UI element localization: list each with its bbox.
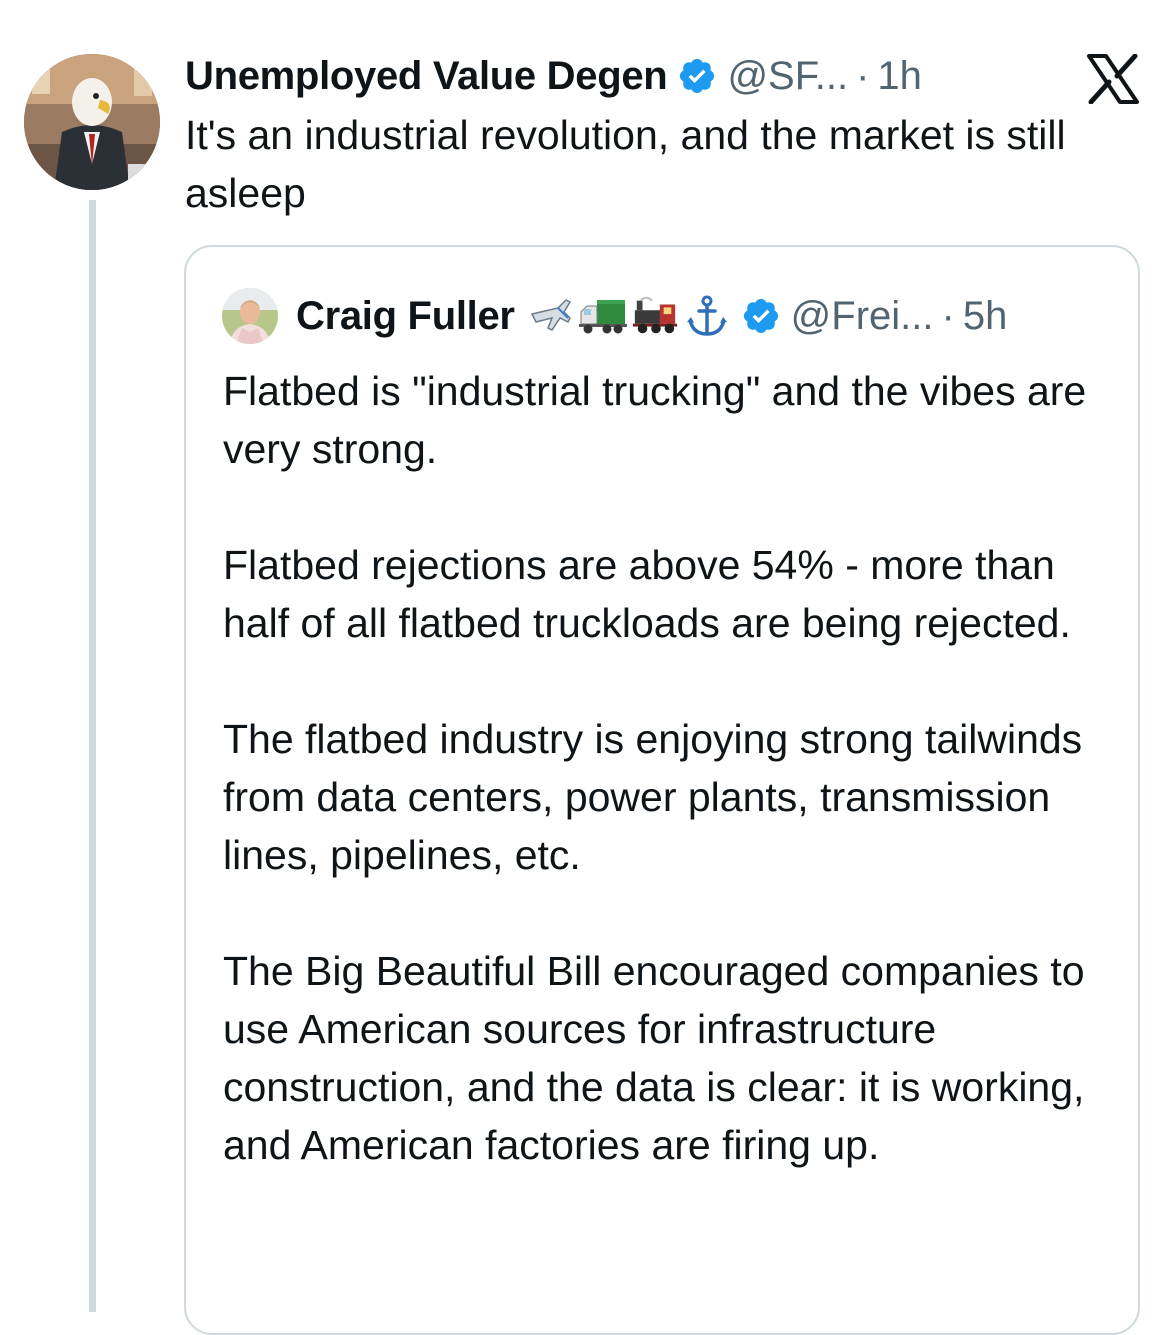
person-avatar-icon — [222, 288, 278, 344]
name-emoji-strip — [527, 294, 731, 338]
author-avatar[interactable] — [24, 54, 160, 190]
author-handle[interactable]: @SF... — [727, 54, 848, 99]
x-logo-icon — [1086, 53, 1140, 105]
separator-dot: · — [856, 53, 870, 98]
tweet-time[interactable]: 1h — [877, 54, 922, 99]
eagle-in-suit-avatar-icon — [24, 54, 160, 190]
locomotive-icon — [631, 294, 679, 338]
quoted-tweet-header: Craig Fuller @Frei... · 5h — [222, 288, 1007, 344]
truck-icon — [578, 294, 627, 338]
quoted-paragraph: The flatbed industry is enjoying strong … — [223, 716, 1083, 878]
verified-badge-icon — [677, 56, 717, 96]
quoted-author-display-name[interactable]: Craig Fuller — [296, 294, 515, 339]
quoted-verified-badge-icon — [741, 296, 781, 336]
quoted-author-avatar[interactable] — [222, 288, 278, 344]
tweet-text: It's an industrial revolution, and the m… — [185, 112, 1066, 216]
anchor-icon — [683, 294, 731, 338]
airplane-icon — [527, 294, 575, 338]
quoted-paragraph: The Big Beautiful Bill encouraged compan… — [223, 948, 1085, 1168]
quoted-paragraph: Flatbed rejections are above 54% - more … — [223, 542, 1071, 646]
quoted-tweet-text: Flatbed is "industrial trucking" and the… — [223, 362, 1123, 1232]
thread-connector-line — [89, 200, 96, 1312]
quoted-tweet-time[interactable]: 5h — [963, 294, 1008, 339]
tweet-header: Unemployed Value Degen @SF... · 1h — [185, 48, 922, 104]
author-display-name[interactable]: Unemployed Value Degen — [185, 54, 668, 99]
quoted-separator-dot: · — [941, 293, 955, 338]
quoted-paragraph: Flatbed is "industrial trucking" and the… — [223, 368, 1087, 472]
quoted-author-handle[interactable]: @Frei... — [791, 294, 934, 339]
